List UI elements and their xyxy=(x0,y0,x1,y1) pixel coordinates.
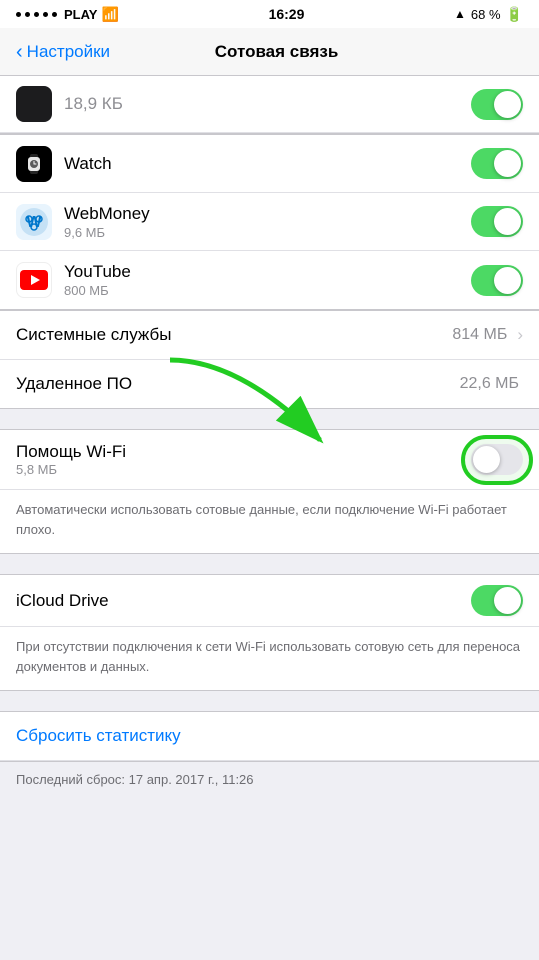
carrier-label: PLAY xyxy=(64,7,97,22)
reset-stats-section: Сбросить статистику xyxy=(0,711,539,762)
wifi-assist-size: 5,8 МБ xyxy=(16,462,471,477)
webmoney-app-icon: W xyxy=(16,204,52,240)
youtube-toggle-knob xyxy=(494,267,521,294)
webmoney-svg-icon: W xyxy=(19,207,49,237)
signal-dot-4 xyxy=(43,12,48,17)
icloud-toggle-container xyxy=(471,585,523,616)
watch-svg-icon xyxy=(23,153,45,175)
status-left: PLAY 📶 xyxy=(16,6,119,23)
location-icon: ▲ xyxy=(454,7,466,21)
remote-management-section: Удаленное ПО 22,6 МБ xyxy=(0,360,539,409)
reset-button-row[interactable]: Сбросить статистику xyxy=(0,712,539,761)
system-services-row[interactable]: Системные службы 814 МБ › xyxy=(0,311,539,359)
wifi-toggle-highlight xyxy=(471,444,523,475)
icloud-toggle-knob xyxy=(494,587,521,614)
top-partial-section: 18,9 КБ xyxy=(0,76,539,134)
reset-stats-button[interactable]: Сбросить статистику xyxy=(16,726,523,746)
wifi-assist-toggle-knob xyxy=(473,446,500,473)
watch-row-text: Watch xyxy=(64,154,471,174)
watch-toggle-knob xyxy=(494,150,521,177)
webmoney-toggle-container xyxy=(471,206,523,237)
watch-toggle-container xyxy=(471,148,523,179)
remote-management-label: Удаленное ПО xyxy=(16,374,460,394)
remote-management-row: Удаленное ПО 22,6 МБ xyxy=(0,360,539,408)
icloud-drive-row: iCloud Drive xyxy=(0,575,539,627)
system-services-value: 814 МБ xyxy=(452,326,507,344)
remote-management-value: 22,6 МБ xyxy=(460,375,519,393)
watch-row: Watch xyxy=(0,135,539,193)
icloud-section: iCloud Drive При отсутствии подключения … xyxy=(0,574,539,691)
signal-dot-3 xyxy=(34,12,39,17)
system-services-label: Системные службы xyxy=(16,325,452,345)
webmoney-toggle[interactable] xyxy=(471,206,523,237)
back-button[interactable]: ‹ Настройки xyxy=(16,42,110,62)
status-time: 16:29 xyxy=(269,6,305,22)
wifi-assist-row: Помощь Wi-Fi 5,8 МБ xyxy=(0,430,539,490)
youtube-row-text: YouTube 800 МБ xyxy=(64,262,471,298)
last-reset-label: Последний сброс: 17 апр. 2017 г., 11:26 xyxy=(16,772,523,787)
nav-bar: ‹ Настройки Сотовая связь xyxy=(0,28,539,76)
icloud-drive-toggle[interactable] xyxy=(471,585,523,616)
last-reset-container: Последний сброс: 17 апр. 2017 г., 11:26 xyxy=(0,762,539,797)
app-rows-section: Watch W WebMoney 9,6 МБ xyxy=(0,134,539,310)
signal-dot-1 xyxy=(16,12,21,17)
back-chevron-icon: ‹ xyxy=(16,42,23,62)
watch-toggle[interactable] xyxy=(471,148,523,179)
icloud-drive-description: При отсутствии подключения к сети Wi-Fi … xyxy=(0,627,539,690)
signal-dot-2 xyxy=(25,12,30,17)
youtube-size: 800 МБ xyxy=(64,283,471,298)
webmoney-toggle-knob xyxy=(494,208,521,235)
wifi-assist-title: Помощь Wi-Fi xyxy=(16,442,471,462)
top-partial-toggle-switch[interactable] xyxy=(471,89,523,120)
youtube-toggle-container xyxy=(471,265,523,296)
webmoney-row-text: WebMoney 9,6 МБ xyxy=(64,204,471,240)
back-label: Настройки xyxy=(27,42,110,62)
wifi-assist-toggle[interactable] xyxy=(471,444,523,475)
gap-1 xyxy=(0,409,539,429)
youtube-toggle[interactable] xyxy=(471,265,523,296)
signal-dot-5 xyxy=(52,12,57,17)
top-partial-size: 18,9 КБ xyxy=(64,94,471,114)
wifi-assist-toggle-container xyxy=(471,444,523,475)
wifi-assist-description: Автоматически использовать сотовые данны… xyxy=(0,490,539,553)
wifi-assist-text: Помощь Wi-Fi 5,8 МБ xyxy=(16,442,471,477)
system-services-section: Системные службы 814 МБ › xyxy=(0,310,539,360)
webmoney-title: WebMoney xyxy=(64,204,471,224)
youtube-title: YouTube xyxy=(64,262,471,282)
battery-icon: 🔋 xyxy=(506,6,523,23)
system-services-right: 814 МБ › xyxy=(452,325,523,345)
status-right: ▲ 68 % 🔋 xyxy=(454,6,523,23)
page-title: Сотовая связь xyxy=(110,42,443,62)
remote-management-right: 22,6 МБ xyxy=(460,375,523,393)
youtube-app-icon xyxy=(16,262,52,298)
wifi-icon: 📶 xyxy=(101,6,118,23)
watch-title: Watch xyxy=(64,154,471,174)
wifi-assist-section: Помощь Wi-Fi 5,8 МБ Ав xyxy=(0,429,539,554)
icloud-drive-title: iCloud Drive xyxy=(16,591,471,611)
toggle-knob xyxy=(494,91,521,118)
status-bar: PLAY 📶 16:29 ▲ 68 % 🔋 xyxy=(0,0,539,28)
system-services-chevron-icon: › xyxy=(517,325,523,345)
youtube-row: YouTube 800 МБ xyxy=(0,251,539,309)
webmoney-size: 9,6 МБ xyxy=(64,225,471,240)
top-partial-row: 18,9 КБ xyxy=(0,76,539,133)
youtube-svg-icon xyxy=(20,270,48,290)
unknown-app-icon xyxy=(16,86,52,122)
watch-app-icon xyxy=(16,146,52,182)
webmoney-row: W WebMoney 9,6 МБ xyxy=(0,193,539,251)
top-partial-toggle xyxy=(471,89,523,120)
battery-label: 68 % xyxy=(471,7,501,22)
